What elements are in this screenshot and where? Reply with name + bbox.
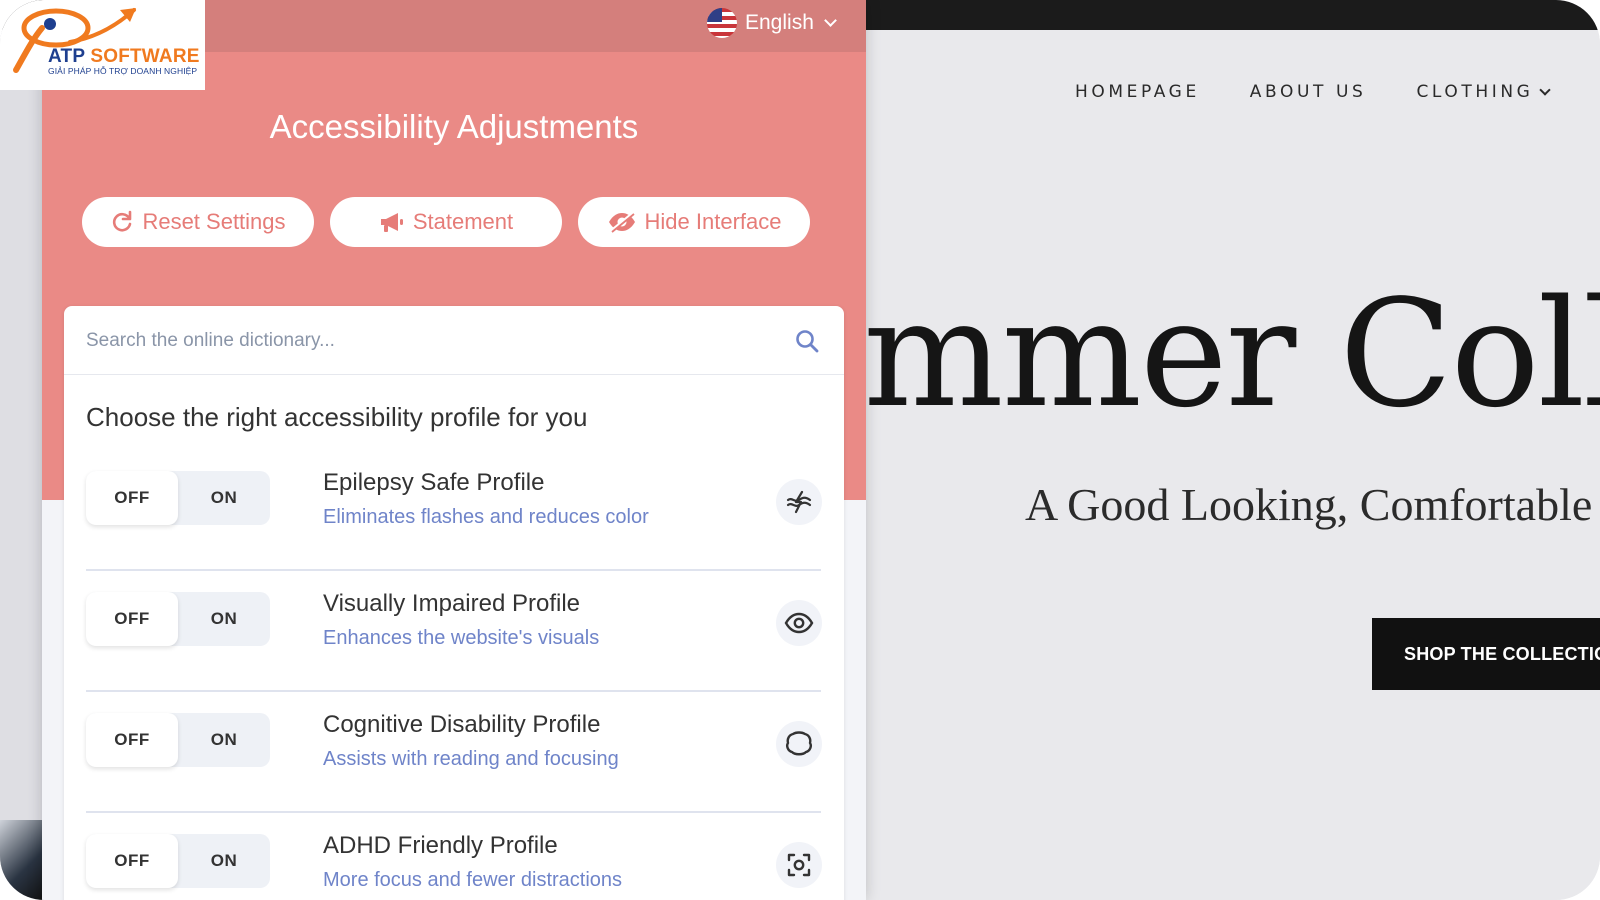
eye-slash-icon [608,211,635,233]
eye-icon [776,600,822,646]
profile-description: Assists with reading and focusing [323,748,619,770]
search-input[interactable] [86,324,766,358]
profile-divider [86,690,821,692]
profile-epilepsy-safe: OFF ON Epilepsy Safe Profile Eliminates … [86,451,822,571]
logo-tagline: GIẢI PHÁP HỖ TRỢ DOANH NGHIỆP [48,66,198,76]
shop-collection-button[interactable]: SHOP THE COLLECTIO [1372,618,1600,690]
toggle-on-option[interactable]: ON [178,834,270,888]
profile-divider [86,811,821,813]
accessibility-panel: English Accessibility Adjustments Reset … [42,0,866,900]
profile-name: Cognitive Disability Profile [323,711,601,738]
focus-target-icon [776,842,822,888]
choose-profile-heading: Choose the right accessibility profile f… [86,402,588,432]
profile-name: ADHD Friendly Profile [323,832,558,859]
visually-impaired-profile-toggle[interactable]: OFF ON [86,592,270,646]
us-flag-icon [707,8,737,38]
cognitive-profile-toggle[interactable]: OFF ON [86,713,270,767]
hero-title: ummer Colle [770,268,1600,440]
profile-description: Eliminates flashes and reduces color [323,506,649,528]
profile-description: Enhances the website's visuals [323,627,600,649]
nav-about-us[interactable]: ABOUT US [1250,82,1367,102]
logo-brand-a: ATP [48,46,85,67]
panel-title: Accessibility Adjustments [269,108,639,145]
statement-button[interactable]: Statement [330,197,562,247]
atp-software-logo: ATP SOFTWARE GIẢI PHÁP HỖ TRỢ DOANH NGHI… [0,0,205,90]
hide-interface-button[interactable]: Hide Interface [578,197,810,247]
language-label: English [745,11,814,34]
logo-brand-b: SOFTWARE [90,46,200,67]
background-left-edge [0,0,44,900]
epilepsy-profile-toggle[interactable]: OFF ON [86,471,270,525]
language-selector[interactable]: English [707,8,837,38]
toggle-on-option[interactable]: ON [178,592,270,646]
logo-wordmark: ATP SOFTWARE [48,46,200,68]
toggle-off-option[interactable]: OFF [86,471,178,525]
profile-divider [86,569,821,571]
profile-visually-impaired: OFF ON Visually Impaired Profile Enhance… [86,572,822,692]
hide-interface-label: Hide Interface [644,209,782,234]
refresh-icon [113,210,132,232]
nav-clothing[interactable]: CLOTHING [1416,82,1552,102]
adhd-profile-toggle[interactable]: OFF ON [86,834,270,888]
profile-name: Epilepsy Safe Profile [323,469,545,496]
megaphone-icon [380,213,403,232]
chevron-down-icon [824,13,837,27]
nav-clothing-label: CLOTHING [1416,82,1534,102]
profile-description: More focus and fewer distractions [323,869,623,891]
statement-label: Statement [412,209,514,234]
site-nav: HOMEPAGE ABOUT US CLOTHING [1075,82,1552,102]
reset-settings-label: Reset Settings [142,209,286,234]
toggle-on-option[interactable]: ON [178,471,270,525]
toggle-on-option[interactable]: ON [178,713,270,767]
profiles-card: Choose the right accessibility profile f… [64,306,844,900]
profile-name: Visually Impaired Profile [323,590,581,617]
search-icon[interactable] [794,328,820,354]
hero-subtitle: A Good Looking, Comfortable T [1025,479,1600,530]
screen-frame: HOMEPAGE ABOUT US CLOTHING ummer Colle A… [0,0,1600,900]
nav-homepage[interactable]: HOMEPAGE [1075,82,1200,102]
profile-adhd-friendly: OFF ON ADHD Friendly Profile More focus … [86,814,822,900]
toggle-off-option[interactable]: OFF [86,592,178,646]
chevron-down-icon [1539,84,1552,96]
toggle-off-option[interactable]: OFF [86,713,178,767]
toggle-off-option[interactable]: OFF [86,834,178,888]
reset-settings-button[interactable]: Reset Settings [82,197,314,247]
background-left-image [0,820,44,900]
profile-cognitive-disability: OFF ON Cognitive Disability Profile Assi… [86,693,822,813]
lightning-wave-icon [776,479,822,525]
dictionary-search [64,306,844,375]
brain-outline-icon [776,721,822,767]
